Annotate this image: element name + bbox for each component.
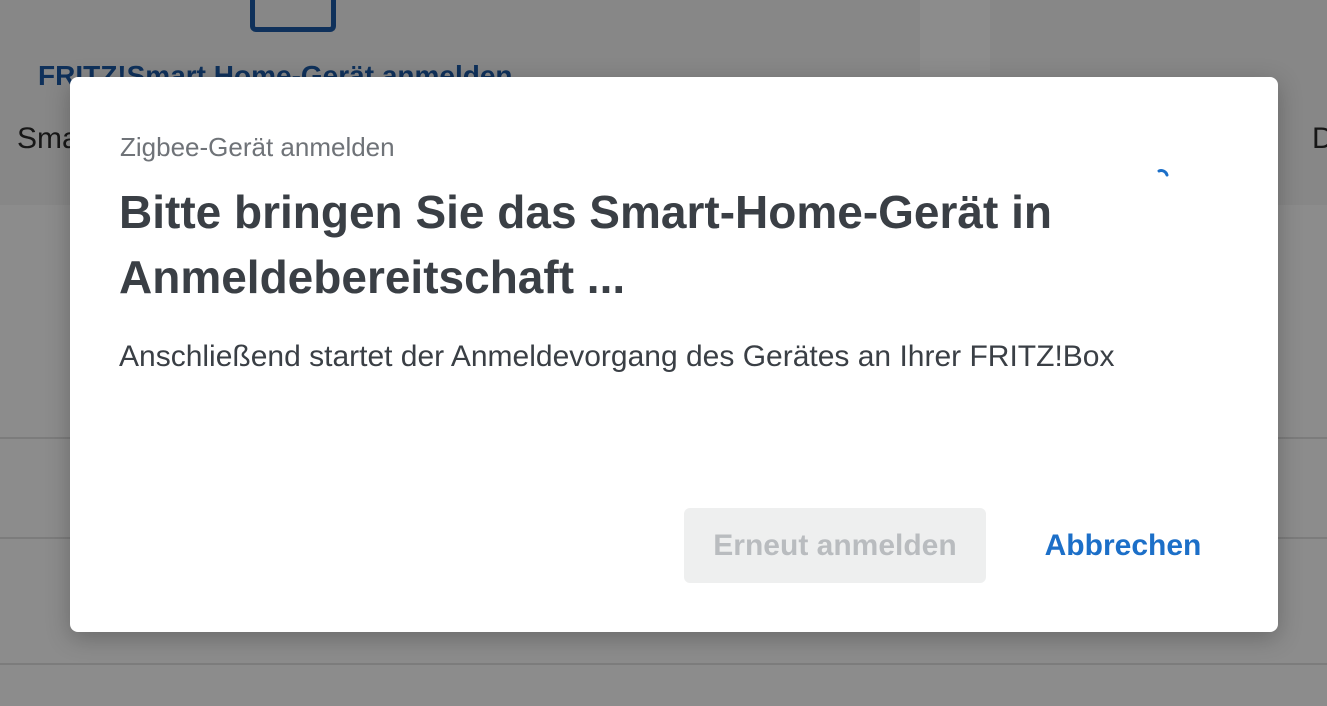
dialog-body-text: Anschließend startet der Anmeldevorgang … <box>119 340 1115 373</box>
loading-spinner-icon <box>1157 169 1169 177</box>
dialog-title: Bitte bringen Sie das Smart-Home-Gerät i… <box>119 186 1052 303</box>
retry-register-button[interactable]: Erneut anmelden <box>684 508 986 583</box>
zigbee-pairing-dialog: Zigbee-Gerät anmelden Bitte bringen Sie … <box>70 77 1278 632</box>
cancel-button[interactable]: Abbrechen <box>1030 508 1216 583</box>
page: FRITZ!Smart Home-Gerät anmelden Sma D Zi… <box>0 0 1327 706</box>
dialog-kicker: Zigbee-Gerät anmelden <box>120 132 395 162</box>
